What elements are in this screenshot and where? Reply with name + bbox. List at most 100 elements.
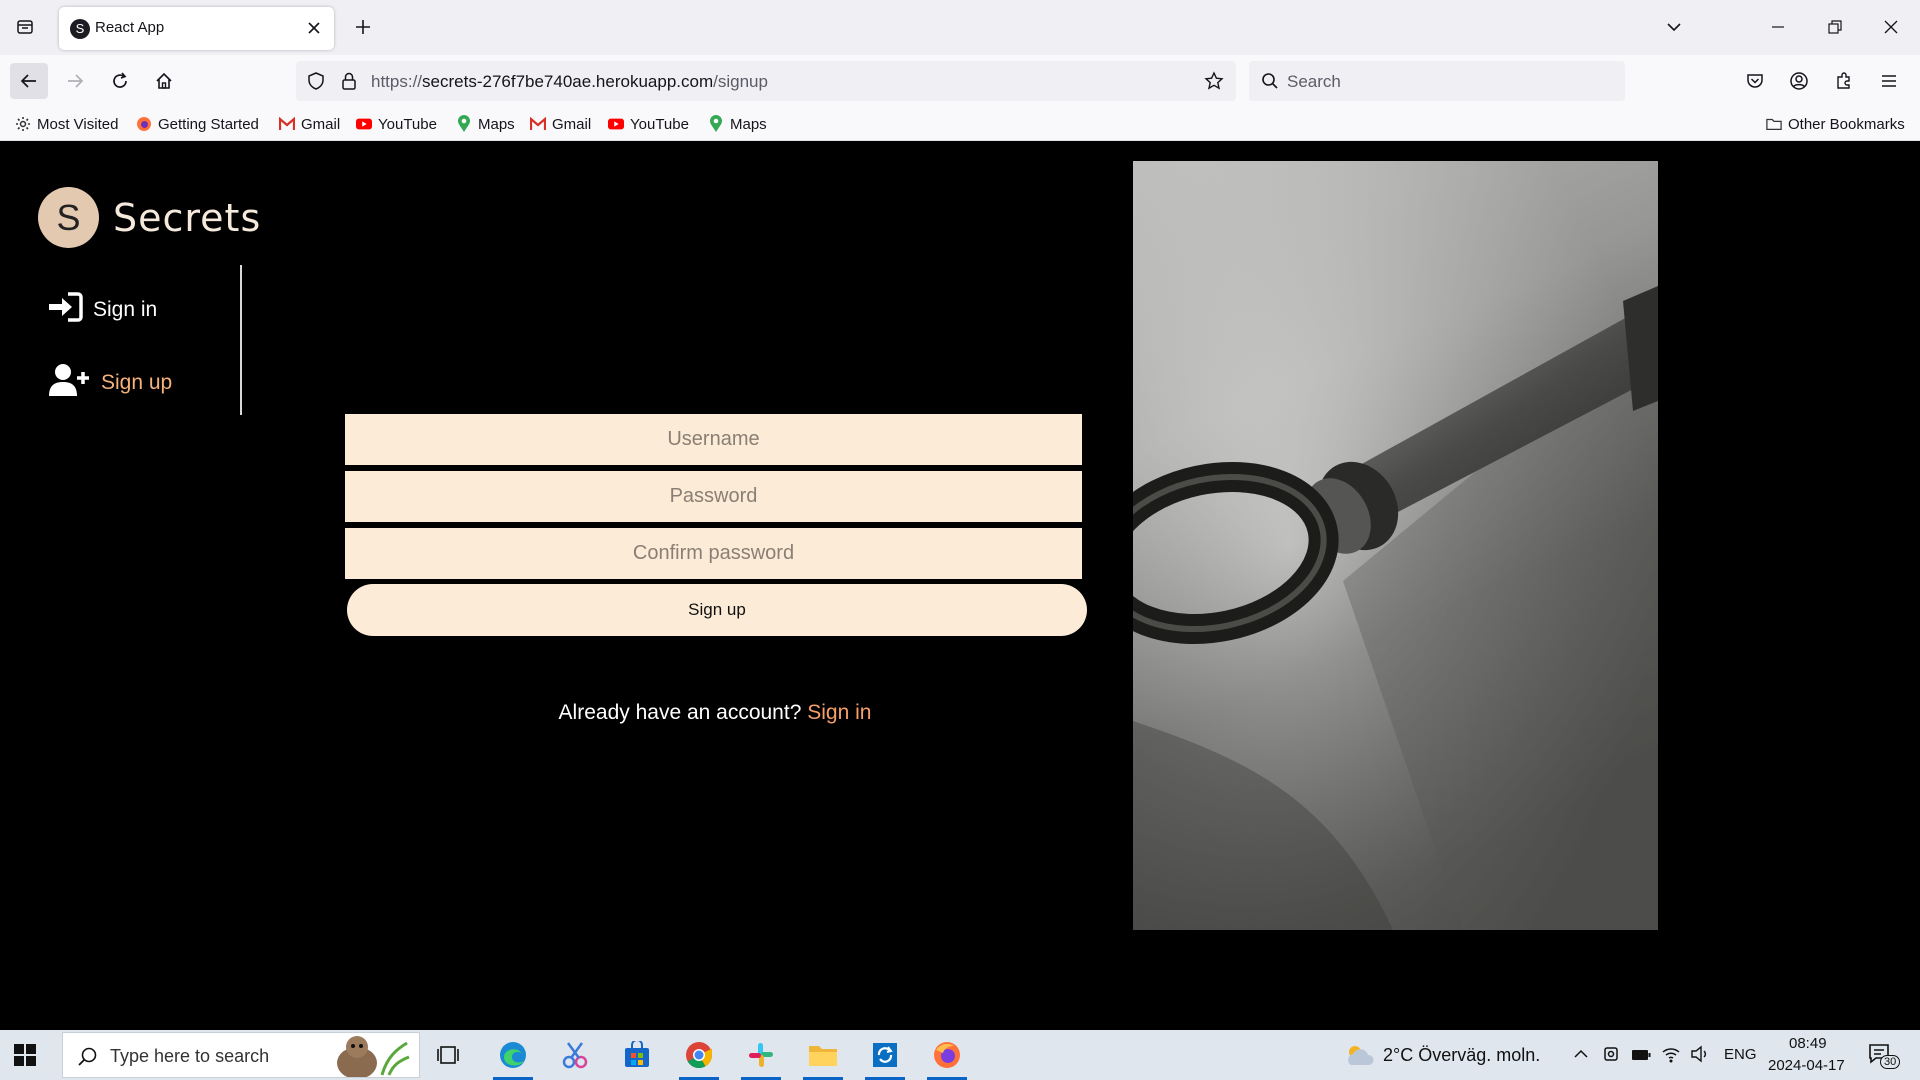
back-arrow-icon[interactable] <box>10 63 48 99</box>
extensions-icon[interactable] <box>1831 68 1857 94</box>
gear-icon <box>15 116 31 132</box>
chevron-up-icon[interactable] <box>1572 1045 1590 1067</box>
brand-name: Secrets <box>113 195 262 240</box>
minimize-icon[interactable] <box>1763 12 1793 42</box>
close-window-icon[interactable] <box>1876 12 1906 42</box>
bookmark-most-visited[interactable]: Most Visited <box>15 114 118 134</box>
clock-date[interactable]: 2024-04-17 <box>1768 1057 1845 1074</box>
taskbar-search[interactable]: Type here to search <box>62 1032 420 1080</box>
nav-sign-up[interactable]: Sign up <box>49 363 172 403</box>
notification-count: 30 <box>1880 1055 1901 1069</box>
lock-icon[interactable] <box>340 71 358 95</box>
chevron-down-icon[interactable] <box>1659 12 1689 42</box>
username-input[interactable] <box>345 414 1082 468</box>
url-text[interactable]: https://secrets-276f7be740ae.herokuapp.c… <box>371 72 768 92</box>
home-icon[interactable] <box>145 63 183 99</box>
add-user-icon <box>49 363 91 403</box>
account-prompt-text: Already have an account? <box>558 701 802 724</box>
restore-icon[interactable] <box>1820 12 1850 42</box>
snipping-tool-icon[interactable] <box>551 1035 599 1075</box>
confirm-password-input[interactable] <box>345 528 1082 582</box>
signup-form: Sign up <box>345 414 1087 636</box>
account-icon[interactable] <box>1786 68 1812 94</box>
pocket-icon[interactable] <box>1742 68 1768 94</box>
bookmark-label: Gmail <box>301 115 341 133</box>
bookmark-maps[interactable]: Maps <box>708 114 767 134</box>
close-tab-icon[interactable] <box>304 18 324 38</box>
url-prefix: https:// <box>371 72 423 91</box>
tracking-shield-icon[interactable] <box>306 71 326 95</box>
tab-react-app[interactable]: S React App <box>59 7 334 50</box>
bookmark-label: Most Visited <box>37 115 119 133</box>
search-bar[interactable]: Search <box>1249 61 1625 101</box>
windows-start-icon[interactable] <box>14 1044 36 1070</box>
forward-arrow-icon[interactable] <box>56 63 94 99</box>
account-prompt: Already have an account? Sign in <box>345 701 1085 725</box>
nav-sign-in[interactable]: Sign in <box>49 292 157 328</box>
menu-icon[interactable] <box>1876 68 1902 94</box>
sign-in-icon <box>49 292 83 328</box>
bookmark-gmail[interactable]: Gmail <box>530 114 591 134</box>
tab-title: React App <box>95 19 165 36</box>
microsoft-store-icon[interactable] <box>613 1035 661 1075</box>
url-host: secrets-276f7be740ae.herokuapp.com <box>422 72 714 91</box>
battery-icon[interactable] <box>1631 1047 1651 1066</box>
search-placeholder: Search <box>1287 72 1341 91</box>
bookmark-youtube[interactable]: YouTube <box>356 114 437 134</box>
wifi-icon[interactable] <box>1661 1045 1681 1067</box>
language-indicator[interactable]: ENG <box>1724 1046 1757 1063</box>
search-icon <box>1261 72 1279 94</box>
page-content: S Secrets Sign in Sign up Sign up Alread… <box>0 141 1920 1030</box>
bookmark-youtube[interactable]: YouTube <box>608 114 689 134</box>
sign-up-button[interactable]: Sign up <box>347 584 1087 636</box>
url-path: /signup <box>713 72 768 91</box>
maps-icon <box>456 115 472 132</box>
remote-app-icon[interactable] <box>861 1035 909 1080</box>
sign-in-link[interactable]: Sign in <box>807 701 871 724</box>
reload-icon[interactable] <box>101 63 139 99</box>
bookmark-label: Gmail <box>552 115 592 133</box>
password-input[interactable] <box>345 471 1082 525</box>
meet-now-icon[interactable] <box>1602 1044 1620 1068</box>
youtube-icon <box>356 116 372 132</box>
bookmark-label: Maps <box>730 115 767 133</box>
tab-bar: S React App <box>0 0 1920 55</box>
bookmark-maps[interactable]: Maps <box>456 114 515 134</box>
logo-circle: S <box>38 187 99 248</box>
taskbar: Type here to search 2°C Överväg. moln. E… <box>0 1030 1920 1080</box>
slack-icon[interactable] <box>737 1035 785 1080</box>
youtube-icon <box>608 116 624 132</box>
firefox-icon[interactable] <box>923 1035 971 1080</box>
bookmark-star-icon[interactable] <box>1204 71 1224 95</box>
key-photo <box>1133 161 1658 930</box>
task-view-icon[interactable] <box>424 1035 472 1075</box>
tab-favicon: S <box>70 19 90 39</box>
bookmarks-toolbar: Most Visited Getting Started Gmail YouTu… <box>0 107 1920 141</box>
new-tab-icon[interactable] <box>349 13 377 41</box>
bookmark-getting-started[interactable]: Getting Started <box>136 114 259 134</box>
weather-text[interactable]: 2°C Överväg. moln. <box>1383 1045 1540 1066</box>
gmail-icon <box>279 116 295 132</box>
search-icon <box>77 1046 99 1072</box>
volume-icon[interactable] <box>1690 1045 1710 1067</box>
weather-icon[interactable] <box>1343 1043 1375 1071</box>
bookmark-label: Maps <box>478 115 515 133</box>
edge-icon[interactable] <box>489 1035 537 1080</box>
search-highlight-illustration-icon <box>327 1035 411 1080</box>
url-bar[interactable]: https://secrets-276f7be740ae.herokuapp.c… <box>296 61 1236 101</box>
bookmark-label: Getting Started <box>158 115 259 133</box>
other-bookmarks[interactable]: Other Bookmarks <box>1766 114 1905 134</box>
navigation-toolbar: https://secrets-276f7be740ae.herokuapp.c… <box>0 55 1920 107</box>
nav-sign-up-label: Sign up <box>101 371 173 394</box>
logo[interactable]: S Secrets <box>38 187 261 248</box>
list-all-tabs-icon[interactable] <box>12 14 38 40</box>
bookmark-gmail[interactable]: Gmail <box>279 114 340 134</box>
file-explorer-icon[interactable] <box>799 1035 847 1080</box>
chrome-icon[interactable] <box>675 1035 723 1080</box>
maps-icon <box>708 115 724 132</box>
other-bookmarks-label: Other Bookmarks <box>1788 115 1905 133</box>
nav-sign-in-label: Sign in <box>93 298 158 321</box>
side-nav: Sign in Sign up <box>0 265 242 415</box>
clock-time[interactable]: 08:49 <box>1789 1035 1827 1052</box>
bookmark-label: YouTube <box>378 115 437 133</box>
